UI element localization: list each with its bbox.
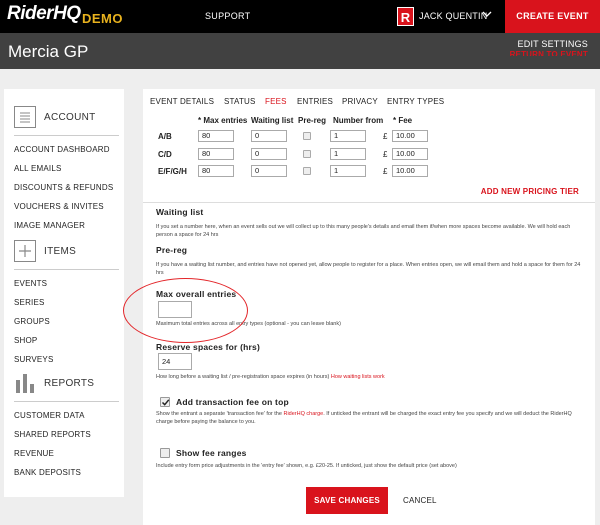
sidebar-item-series[interactable]: SERIES — [14, 298, 45, 307]
tab-privacy[interactable]: PRIVACY — [342, 97, 378, 106]
cancel-button[interactable]: CANCEL — [403, 496, 437, 505]
sidebar-item-surveys[interactable]: SURVEYS — [14, 355, 54, 364]
sidebar-section-account[interactable]: ACCOUNT — [14, 106, 96, 128]
waiting-lists-help-link[interactable]: How waiting lists work — [331, 374, 385, 380]
currency-symbol: £ — [383, 167, 388, 176]
edit-settings-label: EDIT SETTINGS — [517, 39, 588, 49]
riderhq-logo[interactable]: RiderHQ — [7, 3, 81, 25]
support-link[interactable]: SUPPORT — [205, 11, 250, 21]
plus-icon — [14, 240, 36, 262]
waiting-list-heading: Waiting list — [156, 207, 204, 217]
max-entries-input[interactable]: 80 — [198, 148, 234, 160]
pricing-tier-label: E/F/G/H — [158, 167, 187, 176]
number-from-input[interactable]: 1 — [330, 130, 366, 142]
transaction-fee-label: Add transaction fee on top — [176, 397, 289, 407]
pre-reg-help: If you have a waiting list number, and e… — [156, 262, 581, 276]
return-to-event-link[interactable]: RETURN TO EVENT — [510, 50, 588, 56]
chevron-down-icon[interactable] — [482, 9, 492, 22]
waiting-list-help: If you set a number here, when an event … — [156, 224, 571, 238]
pre-reg-checkbox[interactable] — [303, 150, 311, 158]
number-from-input[interactable]: 1 — [330, 148, 366, 160]
tab-entry-types[interactable]: ENTRY TYPES — [387, 97, 444, 106]
reserve-help-text: How long before a waiting list / pre-reg… — [156, 374, 330, 380]
sidebar-section-items[interactable]: ITEMS — [14, 240, 76, 262]
sidebar-section-reports[interactable]: REPORTS — [14, 372, 94, 394]
currency-symbol: £ — [383, 132, 388, 141]
max-entries-input[interactable]: 80 — [198, 165, 234, 177]
bar-chart-icon — [14, 372, 36, 394]
fee-ranges-checkbox[interactable] — [160, 448, 170, 458]
pricing-tier-label: A/B — [158, 132, 172, 141]
pre-reg-heading: Pre-reg — [156, 245, 188, 255]
fee-ranges-label: Show fee ranges — [176, 448, 247, 458]
sidebar: ACCOUNT ACCOUNT DASHBOARD ALL EMAILS DIS… — [4, 89, 124, 497]
divider — [14, 269, 119, 270]
document-icon — [14, 106, 36, 128]
column-header-pre-reg: Pre-reg — [298, 116, 327, 125]
sidebar-item-account-dashboard[interactable]: ACCOUNT DASHBOARD — [14, 145, 110, 154]
divider — [14, 135, 119, 136]
tab-entries[interactable]: ENTRIES — [297, 97, 333, 106]
reserve-spaces-label: Reserve spaces for (hrs) — [156, 342, 261, 352]
waiting-list-input[interactable]: 0 — [251, 148, 287, 160]
reserve-spaces-help: How long before a waiting list / pre-reg… — [156, 373, 586, 381]
event-header: Mercia GP EDIT SETTINGS RETURN TO EVENT — [0, 33, 600, 69]
sidebar-item-bank-deposits[interactable]: BANK DEPOSITS — [14, 468, 81, 477]
sidebar-item-customer-data[interactable]: CUSTOMER DATA — [14, 411, 85, 420]
sidebar-item-events[interactable]: EVENTS — [14, 279, 47, 288]
currency-symbol: £ — [383, 150, 388, 159]
riderhq-charge-link[interactable]: RiderHQ charge — [283, 411, 323, 417]
fee-ranges-help: Include entry form price adjustments in … — [156, 463, 457, 469]
fee-input[interactable]: 10.00 — [392, 148, 428, 160]
divider — [14, 401, 119, 402]
sidebar-section-title: REPORTS — [44, 377, 95, 389]
transaction-fee-help: Show the entrant a separate 'transaction… — [156, 410, 586, 426]
waiting-list-input[interactable]: 0 — [251, 130, 287, 142]
add-pricing-tier-button[interactable]: ADD NEW PRICING TIER — [481, 187, 579, 196]
column-header-max-entries: * Max entries — [198, 116, 248, 125]
tab-fees[interactable]: FEES — [265, 97, 287, 106]
column-header-fee: * Fee — [393, 116, 413, 125]
annotation-highlight-ring — [123, 278, 248, 343]
sidebar-item-revenue[interactable]: REVENUE — [14, 449, 54, 458]
transaction-fee-checkbox[interactable] — [160, 397, 170, 407]
waiting-list-input[interactable]: 0 — [251, 165, 287, 177]
number-from-input[interactable]: 1 — [330, 165, 366, 177]
tab-event-details[interactable]: EVENT DETAILS — [150, 97, 214, 106]
user-avatar[interactable]: R — [397, 7, 414, 26]
sidebar-section-title: ITEMS — [44, 245, 77, 257]
pre-reg-checkbox[interactable] — [303, 132, 311, 140]
fee-input[interactable]: 10.00 — [392, 165, 428, 177]
pre-reg-checkbox[interactable] — [303, 167, 311, 175]
sidebar-item-all-emails[interactable]: ALL EMAILS — [14, 164, 62, 173]
top-navigation-bar: RiderHQ DEMO SUPPORT R JACK QUENTIN CREA… — [0, 0, 600, 33]
sidebar-item-discounts-refunds[interactable]: DISCOUNTS & REFUNDS — [14, 183, 113, 192]
demo-badge: DEMO — [82, 11, 123, 26]
fee-input[interactable]: 10.00 — [392, 130, 428, 142]
sidebar-section-title: ACCOUNT — [44, 111, 96, 123]
event-title: Mercia GP — [8, 42, 89, 61]
divider — [143, 202, 595, 203]
sidebar-item-groups[interactable]: GROUPS — [14, 317, 50, 326]
save-changes-button[interactable]: SAVE CHANGES — [306, 487, 388, 514]
tab-status[interactable]: STATUS — [224, 97, 256, 106]
reserve-spaces-input[interactable]: 24 — [158, 353, 192, 370]
sidebar-item-image-manager[interactable]: IMAGE MANAGER — [14, 221, 85, 230]
column-header-waiting-list: Waiting list — [251, 116, 294, 125]
column-header-number-from: Number from — [333, 116, 384, 125]
max-entries-input[interactable]: 80 — [198, 130, 234, 142]
sidebar-item-shared-reports[interactable]: SHARED REPORTS — [14, 430, 91, 439]
pricing-tier-label: C/D — [158, 150, 172, 159]
sidebar-item-vouchers-invites[interactable]: VOUCHERS & INVITES — [14, 202, 104, 211]
transaction-help-text: Show the entrant a separate 'transaction… — [156, 411, 282, 417]
create-event-button[interactable]: CREATE EVENT — [505, 0, 600, 33]
user-menu-name[interactable]: JACK QUENTIN — [419, 11, 487, 21]
sidebar-item-shop[interactable]: SHOP — [14, 336, 37, 345]
